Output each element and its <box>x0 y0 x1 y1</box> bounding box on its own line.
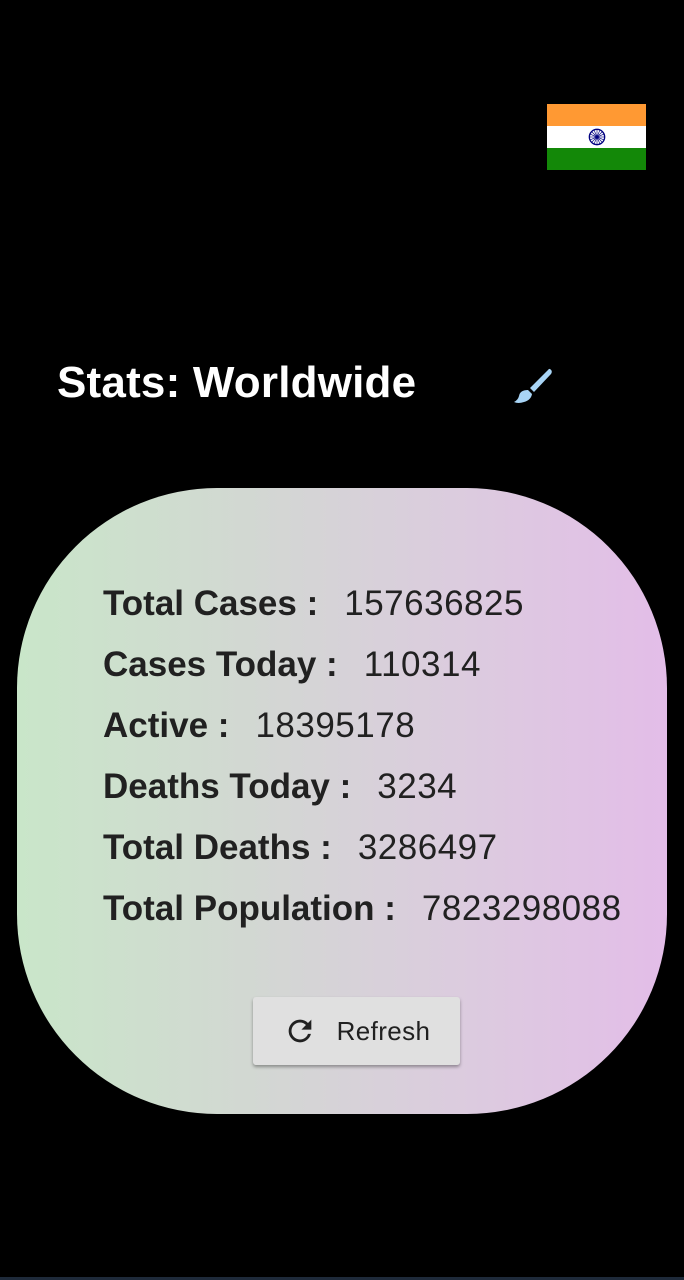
stat-label: Deaths Today : <box>103 767 352 806</box>
refresh-button[interactable]: Refresh <box>253 997 460 1065</box>
stat-label: Cases Today : <box>103 645 338 684</box>
stat-active: Active : 18395178 <box>103 706 622 767</box>
stat-value: 3234 <box>377 767 458 806</box>
stat-value: 7823298088 <box>421 889 622 928</box>
stat-total-cases: Total Cases : 157636825 <box>103 584 622 645</box>
stat-value: 157636825 <box>344 584 524 623</box>
refresh-icon <box>288 1019 311 1043</box>
stat-value: 110314 <box>363 645 481 684</box>
stat-total-population: Total Population : 7823298088 <box>103 889 622 950</box>
flag-white-band <box>547 126 646 148</box>
stat-label: Total Deaths : <box>103 828 332 867</box>
ashoka-chakra-icon <box>588 128 605 146</box>
stats-card: Total Cases : 157636825 Cases Today : 11… <box>17 488 667 1114</box>
stat-deaths-today: Deaths Today : 3234 <box>103 767 622 828</box>
flag-green-band <box>547 148 646 170</box>
stats-list: Total Cases : 157636825 Cases Today : 11… <box>103 584 622 950</box>
paint-brush-icon[interactable] <box>510 364 554 408</box>
stat-label: Active : <box>103 706 230 745</box>
stat-value: 3286497 <box>357 828 498 867</box>
stat-value: 18395178 <box>255 706 416 745</box>
stat-total-deaths: Total Deaths : 3286497 <box>103 828 622 889</box>
stat-label: Total Population : <box>103 889 396 928</box>
flag-saffron-band <box>547 104 646 126</box>
india-flag-icon[interactable] <box>547 104 646 170</box>
stat-cases-today: Cases Today : 110314 <box>103 645 622 706</box>
refresh-label: Refresh <box>336 1015 431 1046</box>
page-title: Stats: Worldwide <box>57 358 417 407</box>
stat-label: Total Cases : <box>103 584 319 623</box>
